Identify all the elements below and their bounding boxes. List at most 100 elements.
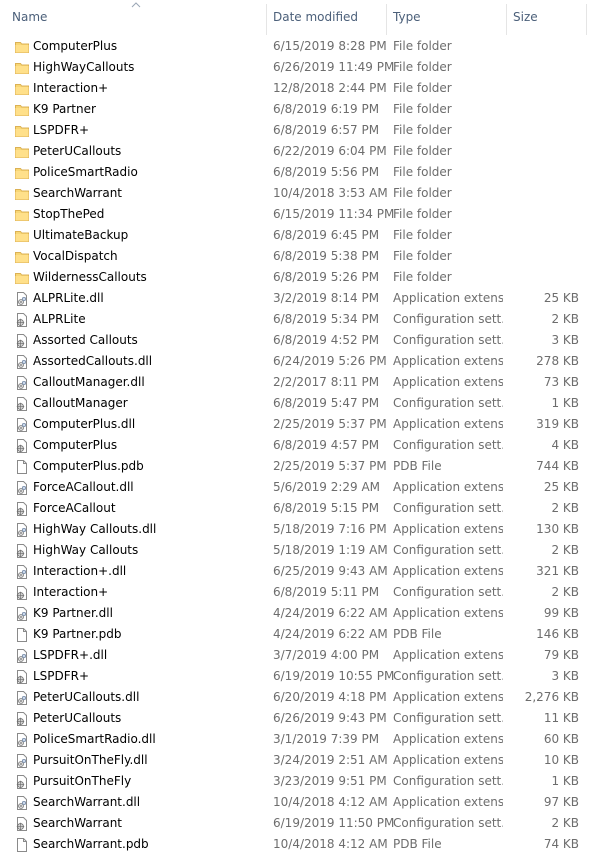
column-divider[interactable] [586, 4, 587, 35]
file-row[interactable]: PeterUCallouts 6/26/2019 9:43 PM Configura… [0, 708, 602, 729]
file-row[interactable]: AssortedCallouts.dll 6/24/2019 5:26 PM App… [0, 351, 602, 372]
dll-icon [14, 354, 30, 370]
file-date-modified: 6/8/2019 5:34 PM [273, 312, 380, 326]
file-type: File folder [393, 81, 452, 95]
file-row[interactable]: ForceACallout 6/8/2019 5:15 PM Configurati… [0, 498, 602, 519]
file-row[interactable]: ALPRLite.dll 3/2/2019 8:14 PM Application … [0, 288, 602, 309]
file-name: LSPDFR+ [33, 123, 90, 137]
file-type: File folder [393, 165, 452, 179]
column-header-name[interactable]: Name [12, 0, 47, 35]
file-name: Interaction+.dll [33, 564, 127, 578]
file-size: 319 KB [536, 417, 579, 431]
file-row[interactable]: SearchWarrant 10/4/2018 3:53 AM File folde… [0, 183, 602, 204]
config-icon [14, 774, 30, 790]
file-row[interactable]: PeterUCallouts 6/22/2019 6:04 PM File fold… [0, 141, 602, 162]
file-type: PDB File [393, 627, 442, 641]
file-row[interactable]: K9 Partner.pdb 4/24/2019 6:22 AM PDB File 1… [0, 624, 602, 645]
file-row[interactable]: PeterUCallouts.dll 6/20/2019 4:18 PM Appli… [0, 687, 602, 708]
file-date-modified: 5/18/2019 1:19 AM [273, 543, 388, 557]
file-size: 2 KB [551, 501, 579, 515]
file-date-modified: 5/18/2019 7:16 PM [273, 522, 387, 536]
file-size: 278 KB [536, 354, 579, 368]
file-date-modified: 10/4/2018 4:12 AM [273, 795, 388, 809]
file-row[interactable]: SearchWarrant.pdb 10/4/2018 4:12 AM PDB Fi… [0, 834, 602, 855]
column-divider[interactable] [506, 4, 507, 35]
file-row[interactable]: ComputerPlus.dll 2/25/2019 5:37 PM Applica… [0, 414, 602, 435]
file-name: PursuitOnTheFly [33, 774, 132, 788]
file-type: File folder [393, 186, 452, 200]
config-icon [14, 543, 30, 559]
file-row[interactable]: ComputerPlus.pdb 2/25/2019 5:37 PM PDB Fil… [0, 456, 602, 477]
file-row[interactable]: WildernessCallouts 6/8/2019 5:26 PM File f… [0, 267, 602, 288]
file-size: 130 KB [536, 522, 579, 536]
file-date-modified: 6/8/2019 4:57 PM [273, 438, 380, 452]
file-row[interactable]: SearchWarrant 6/19/2019 11:50 PM Configura… [0, 813, 602, 834]
file-date-modified: 6/25/2019 9:43 AM [273, 564, 388, 578]
column-divider[interactable] [386, 4, 387, 35]
file-row[interactable]: Interaction+ 6/8/2019 5:11 PM Configuratio… [0, 582, 602, 603]
file-type: PDB File [393, 459, 442, 473]
file-row[interactable]: LSPDFR+ 6/8/2019 6:57 PM File folder [0, 120, 602, 141]
column-header-date-modified[interactable]: Date modified [273, 0, 358, 35]
file-date-modified: 6/20/2019 4:18 PM [273, 690, 387, 704]
config-icon [14, 816, 30, 832]
file-row[interactable]: ComputerPlus 6/15/2019 8:28 PM File folder [0, 36, 602, 57]
file-name: ALPRLite.dll [33, 291, 104, 305]
file-row[interactable]: SearchWarrant.dll 10/4/2018 4:12 AM Applic… [0, 792, 602, 813]
file-name: UltimateBackup [33, 228, 129, 242]
file-date-modified: 10/4/2018 3:53 AM [273, 186, 388, 200]
file-type: Configuration sett... [393, 396, 503, 410]
file-type: Configuration sett... [393, 312, 503, 326]
file-row[interactable]: ALPRLite 6/8/2019 5:34 PM Configuration se… [0, 309, 602, 330]
file-row[interactable]: PursuitOnTheFly 3/23/2019 9:51 PM Configur… [0, 771, 602, 792]
file-row[interactable]: K9 Partner 6/8/2019 6:19 PM File folder [0, 99, 602, 120]
dll-icon [14, 522, 30, 538]
file-name: PeterUCallouts.dll [33, 690, 140, 704]
file-row[interactable]: CalloutManager 6/8/2019 5:47 PM Configurat… [0, 393, 602, 414]
file-name: K9 Partner.dll [33, 606, 113, 620]
file-row[interactable]: LSPDFR+ 6/19/2019 10:55 PM Configuration s… [0, 666, 602, 687]
file-size: 321 KB [536, 564, 579, 578]
file-row[interactable]: PoliceSmartRadio 6/8/2019 5:56 PM File fol… [0, 162, 602, 183]
column-divider[interactable] [266, 4, 267, 35]
file-row[interactable]: HighWay Callouts.dll 5/18/2019 7:16 PM App… [0, 519, 602, 540]
file-date-modified: 6/19/2019 11:50 PM [273, 816, 395, 830]
file-name: AssortedCallouts.dll [33, 354, 153, 368]
column-header-type[interactable]: Type [393, 0, 421, 35]
file-row[interactable]: Assorted Callouts 6/8/2019 4:52 PM Configu… [0, 330, 602, 351]
file-row[interactable]: CalloutManager.dll 2/2/2017 8:11 PM Applic… [0, 372, 602, 393]
file-size: 99 KB [543, 606, 579, 620]
file-size: 11 KB [543, 711, 579, 725]
file-row[interactable]: HighWayCallouts 6/26/2019 11:49 PM File fo… [0, 57, 602, 78]
config-icon [14, 669, 30, 685]
file-date-modified: 6/8/2019 5:47 PM [273, 396, 380, 410]
file-type: Configuration sett... [393, 501, 503, 515]
dll-icon [14, 753, 30, 769]
file-date-modified: 4/24/2019 6:22 AM [273, 627, 388, 641]
file-row[interactable]: UltimateBackup 6/8/2019 6:45 PM File folde… [0, 225, 602, 246]
file-row[interactable]: PoliceSmartRadio.dll 3/1/2019 7:39 PM Appl… [0, 729, 602, 750]
file-row[interactable]: Interaction+.dll 6/25/2019 9:43 AM Applica… [0, 561, 602, 582]
file-row[interactable]: LSPDFR+.dll 3/7/2019 4:00 PM Application e… [0, 645, 602, 666]
file-name: ForceACallout [33, 501, 116, 515]
file-name: SearchWarrant.pdb [33, 837, 149, 851]
file-type: Configuration sett... [393, 669, 503, 683]
file-size: 73 KB [543, 375, 579, 389]
file-type: PDB File [393, 837, 442, 851]
file-date-modified: 3/1/2019 7:39 PM [273, 732, 380, 746]
file-size: 2 KB [551, 543, 579, 557]
file-row[interactable]: ForceACallout.dll 5/6/2019 2:29 AM Applica… [0, 477, 602, 498]
file-row[interactable]: PursuitOnTheFly.dll 3/24/2019 2:51 AM Appl… [0, 750, 602, 771]
file-date-modified: 6/8/2019 4:52 PM [273, 333, 380, 347]
file-row[interactable]: Interaction+ 12/8/2018 2:44 PM File folder [0, 78, 602, 99]
file-row[interactable]: StopThePed 6/15/2019 11:34 PM File folder [0, 204, 602, 225]
config-icon [14, 438, 30, 454]
column-header-bar: Name Date modified Type Size [0, 0, 602, 36]
file-row[interactable]: VocalDispatch 6/8/2019 5:38 PM File folder [0, 246, 602, 267]
file-row[interactable]: K9 Partner.dll 4/24/2019 6:22 AM Applicati… [0, 603, 602, 624]
column-header-size[interactable]: Size [513, 0, 538, 35]
file-row[interactable]: ComputerPlus 6/8/2019 4:57 PM Configuratio… [0, 435, 602, 456]
folder-icon [14, 123, 30, 139]
file-row[interactable]: HighWay Callouts 5/18/2019 1:19 AM Configu… [0, 540, 602, 561]
file-date-modified: 6/8/2019 5:15 PM [273, 501, 380, 515]
